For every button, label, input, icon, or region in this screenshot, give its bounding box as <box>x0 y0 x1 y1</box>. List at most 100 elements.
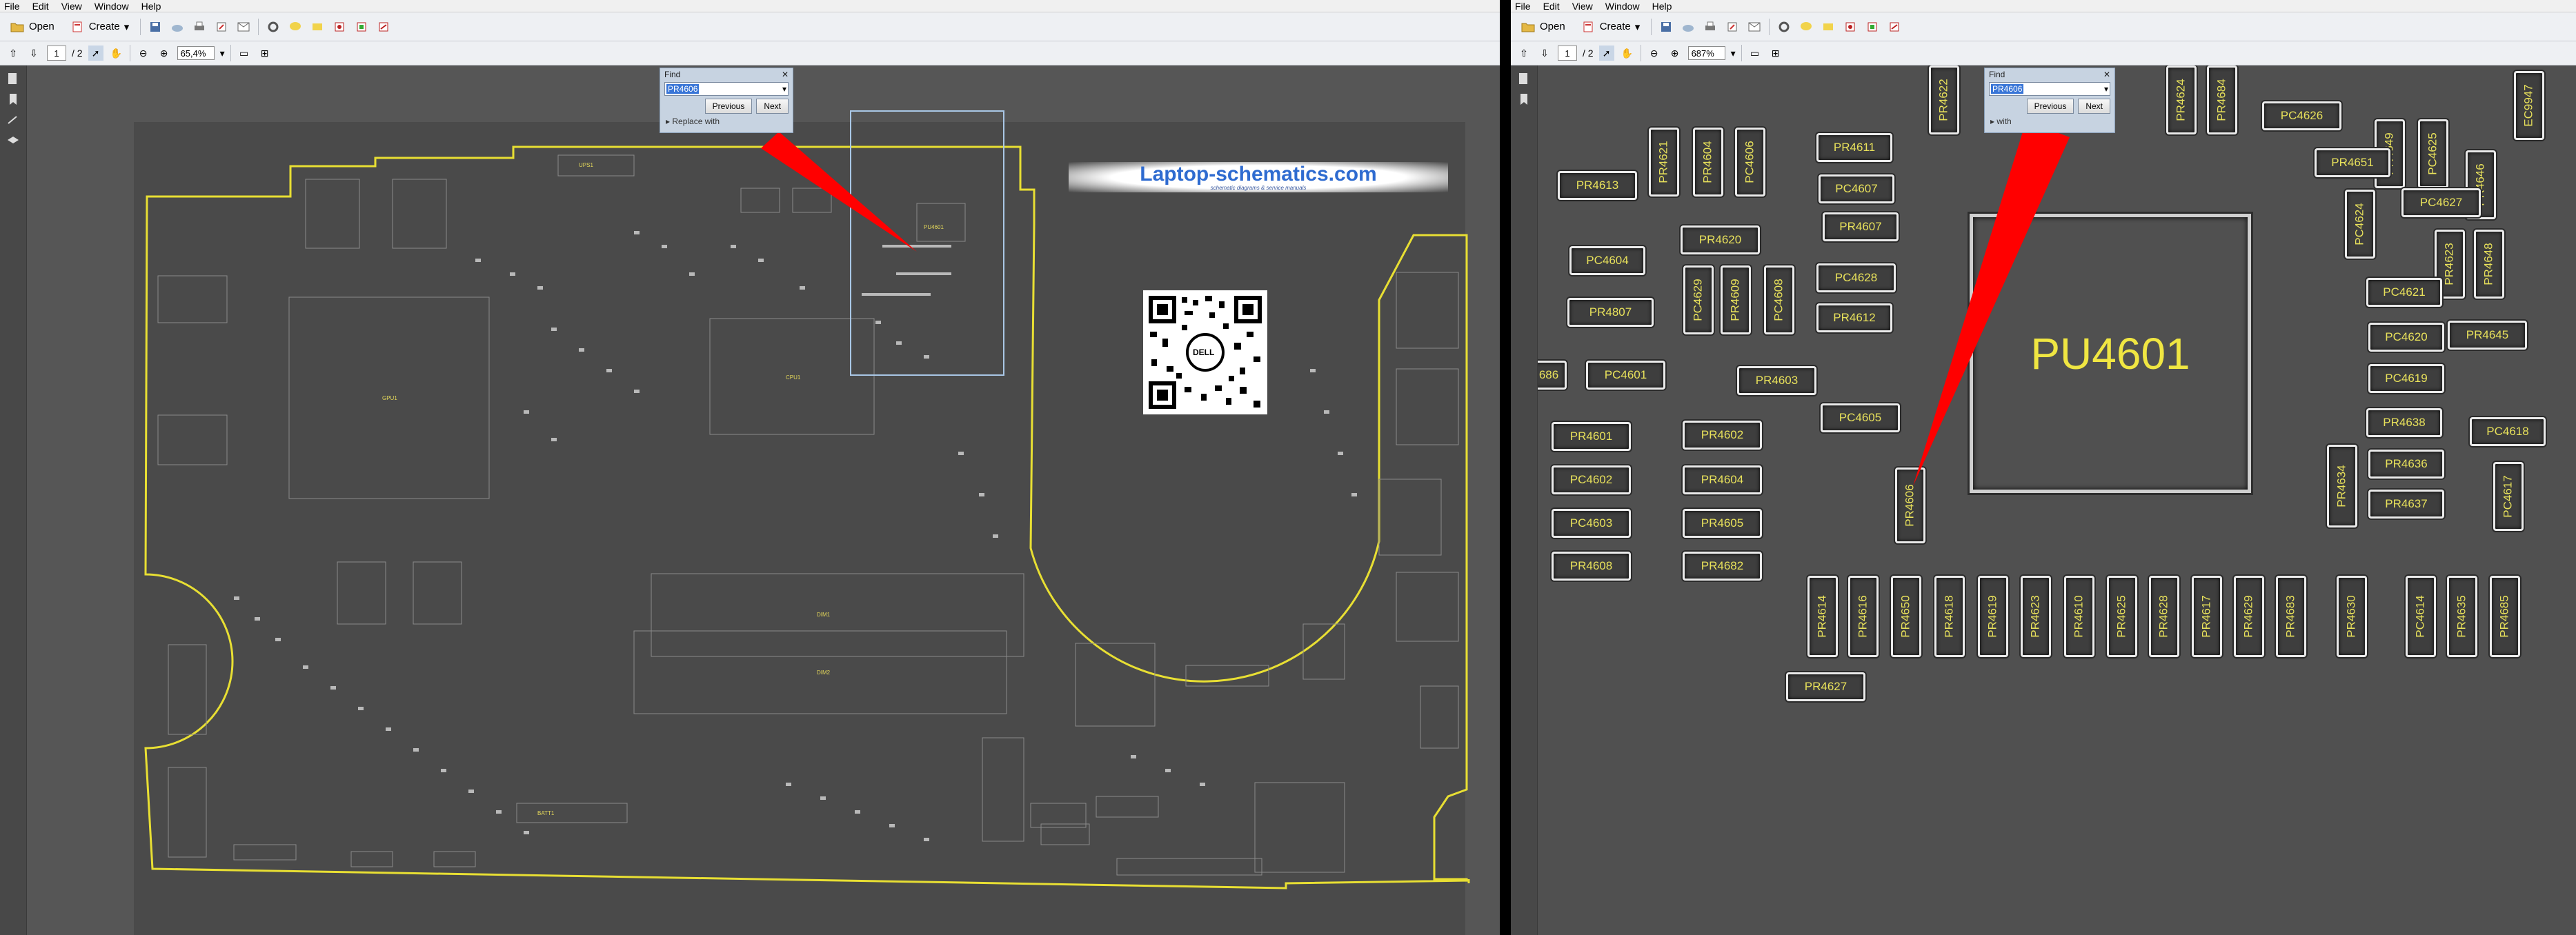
close-icon[interactable]: ✕ <box>782 70 789 79</box>
component[interactable]: PC4606 <box>1735 128 1765 197</box>
highlight-icon[interactable] <box>310 19 325 34</box>
sign-icon[interactable] <box>376 19 391 34</box>
next-button[interactable]: Next <box>756 99 789 114</box>
zoom-in-icon[interactable]: ⊕ <box>1667 46 1683 61</box>
comment-icon[interactable] <box>288 19 303 34</box>
component[interactable]: PC4601 <box>1586 361 1665 390</box>
chevron-down-icon[interactable]: ▾ <box>1731 48 1736 59</box>
print-icon[interactable] <box>192 19 207 34</box>
component[interactable]: PR4651 <box>2315 148 2390 177</box>
open-button[interactable]: Open <box>1516 18 1569 36</box>
create-button[interactable]: Create ▾ <box>66 18 134 36</box>
component[interactable]: PR4636 <box>2368 450 2444 479</box>
find-input[interactable]: PR4606 ▾ <box>1989 82 2110 96</box>
component[interactable]: PR4629 <box>2234 576 2264 657</box>
component[interactable]: PR4685 <box>2490 576 2520 657</box>
component[interactable]: PC4618 <box>2470 417 2546 446</box>
save-icon[interactable] <box>1658 19 1674 34</box>
edit-icon[interactable] <box>1725 19 1740 34</box>
component[interactable]: PR4606 <box>1895 468 1925 543</box>
comment-icon[interactable] <box>1799 19 1814 34</box>
component[interactable]: PC4604 <box>1569 246 1645 275</box>
cloud-icon[interactable] <box>170 19 185 34</box>
component[interactable]: 686 <box>1538 361 1567 390</box>
create-button[interactable]: Create ▾ <box>1576 18 1645 36</box>
component[interactable]: PC4624 <box>2345 190 2375 259</box>
zoom-input[interactable]: 687% <box>1687 46 1725 60</box>
component[interactable]: PR4613 <box>1558 171 1637 200</box>
component[interactable]: PR4648 <box>2474 230 2504 299</box>
component[interactable]: PR4638 <box>2366 408 2442 437</box>
component[interactable]: PR4807 <box>1567 298 1654 327</box>
component[interactable]: PC4621 <box>2366 278 2442 307</box>
component[interactable]: PC4625 <box>2418 119 2448 188</box>
component[interactable]: PR4684 <box>2207 66 2237 134</box>
component[interactable]: PR4609 <box>1721 265 1751 334</box>
component[interactable]: PR4619 <box>1978 576 2008 657</box>
menu-edit[interactable]: Edit <box>1543 1 1560 12</box>
close-icon[interactable]: ✕ <box>2103 70 2110 79</box>
menu-window[interactable]: Window <box>1605 1 1640 12</box>
signature-icon[interactable] <box>6 112 21 128</box>
layers-icon[interactable] <box>6 133 21 148</box>
component[interactable]: PR4635 <box>2447 576 2477 657</box>
component[interactable]: PR4623 <box>2021 576 2051 657</box>
menu-help[interactable]: Help <box>1652 1 1672 12</box>
menu-window[interactable]: Window <box>95 1 129 12</box>
gear-icon[interactable] <box>1776 19 1792 34</box>
component[interactable]: PC4608 <box>1764 265 1794 334</box>
previous-button[interactable]: Previous <box>704 99 753 114</box>
fit-width-icon[interactable]: ⊞ <box>1768 46 1783 61</box>
component[interactable]: PC4629 <box>1683 265 1714 334</box>
component[interactable]: EC9947 <box>2514 71 2544 140</box>
open-button[interactable]: Open <box>6 18 59 36</box>
next-button[interactable]: Next <box>2078 99 2110 114</box>
cloud-icon[interactable] <box>1681 19 1696 34</box>
menu-edit[interactable]: Edit <box>32 1 49 12</box>
print-icon[interactable] <box>1703 19 1718 34</box>
hand-tool-icon[interactable]: ✋ <box>1620 46 1635 61</box>
component[interactable]: PR4627 <box>1786 672 1865 701</box>
attach-icon[interactable] <box>354 19 369 34</box>
sign-icon[interactable] <box>1887 19 1902 34</box>
component[interactable]: PR4628 <box>2149 576 2179 657</box>
fit-page-icon[interactable]: ▭ <box>1747 46 1763 61</box>
component[interactable]: PR4621 <box>1649 128 1679 197</box>
component[interactable]: PC4603 <box>1552 509 1631 538</box>
component[interactable]: PC4628 <box>1816 263 1896 292</box>
component[interactable]: PR4637 <box>2368 490 2444 519</box>
component[interactable]: PC4627 <box>2401 188 2481 217</box>
component[interactable]: PR4625 <box>2107 576 2137 657</box>
component[interactable]: PR4624 <box>2166 66 2197 134</box>
component[interactable]: PR4614 <box>1807 576 1838 657</box>
gear-icon[interactable] <box>266 19 281 34</box>
zoom-out-icon[interactable]: ⊖ <box>1647 46 1662 61</box>
component[interactable]: PR4604 <box>1693 128 1723 197</box>
component[interactable]: PR4645 <box>2448 321 2527 350</box>
chevron-down-icon[interactable]: ▾ <box>782 84 786 94</box>
component[interactable]: PR4622 <box>1929 66 1959 134</box>
prev-page-icon[interactable]: ⇧ <box>6 46 21 61</box>
component[interactable]: PC4626 <box>2262 101 2341 130</box>
component[interactable]: PC4607 <box>1819 174 1894 203</box>
menu-help[interactable]: Help <box>141 1 161 12</box>
menu-file[interactable]: File <box>4 1 20 12</box>
component[interactable]: PR4607 <box>1823 212 1899 241</box>
component[interactable]: PC4617 <box>2493 462 2524 531</box>
component[interactable]: PR4602 <box>1683 421 1762 450</box>
next-page-icon[interactable]: ⇩ <box>1537 46 1552 61</box>
prev-page-icon[interactable]: ⇧ <box>1516 46 1532 61</box>
bookmark-icon[interactable] <box>1516 92 1532 107</box>
attach-icon[interactable] <box>1865 19 1880 34</box>
component[interactable]: PR4617 <box>2192 576 2222 657</box>
hand-tool-icon[interactable]: ✋ <box>109 46 124 61</box>
component[interactable]: PR4650 <box>1891 576 1921 657</box>
previous-button[interactable]: Previous <box>2026 99 2074 114</box>
component[interactable]: PR4604 <box>1683 465 1762 494</box>
component[interactable]: PC4602 <box>1552 465 1631 494</box>
component[interactable]: PR4634 <box>2327 445 2357 527</box>
select-tool-icon[interactable]: ➚ <box>88 46 103 61</box>
menu-view[interactable]: View <box>61 1 82 12</box>
bookmark-icon[interactable] <box>6 92 21 107</box>
document-canvas[interactable]: GPU1 CPU1 DIM1 DIM2 BATT1 PU4601 UPS1 La… <box>27 66 1500 935</box>
